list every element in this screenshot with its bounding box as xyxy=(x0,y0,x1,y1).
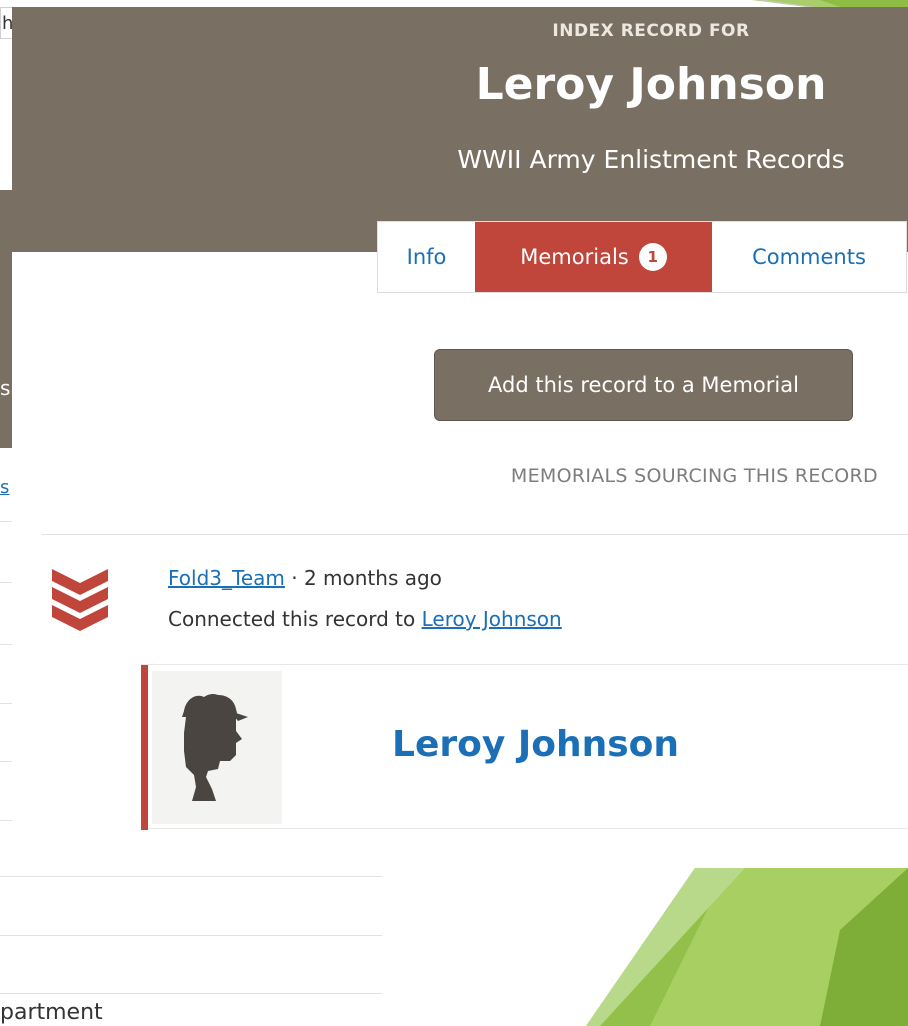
tab-info-label: Info xyxy=(406,245,447,269)
memorial-card[interactable]: Leroy Johnson xyxy=(141,664,908,830)
memorial-name: Leroy Johnson xyxy=(392,724,680,765)
background-divider xyxy=(0,582,12,583)
activity-target-link[interactable]: Leroy Johnson xyxy=(422,607,562,631)
record-panel: INDEX RECORD FOR Leroy Johnson WWII Army… xyxy=(12,7,908,1026)
tab-comments[interactable]: Comments xyxy=(712,222,906,292)
activity-separator: · xyxy=(284,566,304,590)
memorials-sourcing-heading: MEMORIALS SOURCING THIS RECORD xyxy=(510,465,878,487)
background-link[interactable]: s xyxy=(0,477,9,498)
record-tabs: Info Memorials 1 Comments xyxy=(377,221,907,293)
memorials-count-badge: 1 xyxy=(638,243,667,271)
tab-info[interactable]: Info xyxy=(378,222,475,292)
record-eyebrow: INDEX RECORD FOR xyxy=(552,21,750,41)
record-collection: WWII Army Enlistment Records xyxy=(457,145,845,174)
add-to-memorial-button[interactable]: Add this record to a Memorial xyxy=(434,349,853,421)
tab-memorials-label: Memorials xyxy=(520,245,629,269)
fold3-chevrons-icon xyxy=(52,569,108,631)
background-divider xyxy=(0,644,12,645)
record-header: INDEX RECORD FOR Leroy Johnson WWII Army… xyxy=(12,7,908,252)
background-header-text: s xyxy=(0,376,11,400)
background-search-bar: h xyxy=(0,7,13,39)
record-title: Leroy Johnson xyxy=(475,59,827,110)
background-divider xyxy=(0,761,12,762)
background-divider xyxy=(0,521,12,522)
activity-action-text: Connected this record to xyxy=(168,607,422,631)
background-header xyxy=(0,190,12,448)
activity-meta: Fold3_Team · 2 months ago xyxy=(168,566,442,590)
tab-comments-label: Comments xyxy=(752,245,866,269)
activity-user-link[interactable]: Fold3_Team xyxy=(168,566,285,590)
activity-description: Connected this record to Leroy Johnson xyxy=(168,607,562,631)
background-divider xyxy=(0,703,12,704)
section-divider xyxy=(42,534,908,535)
activity-time: 2 months ago xyxy=(303,566,442,590)
background-divider xyxy=(0,820,12,821)
soldier-silhouette-icon xyxy=(182,693,248,801)
memorial-card-accent xyxy=(141,665,148,830)
tab-memorials[interactable]: Memorials 1 xyxy=(475,222,712,292)
memorial-photo xyxy=(152,671,282,824)
